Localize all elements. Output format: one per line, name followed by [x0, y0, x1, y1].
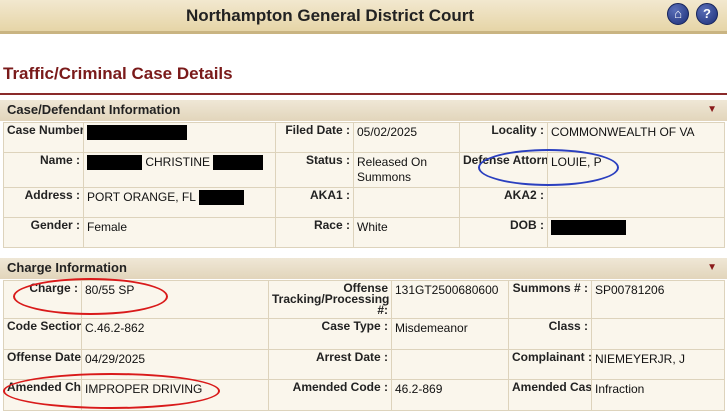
- gender-label: Gender :: [3, 217, 84, 248]
- class-value: [591, 318, 725, 350]
- name-value: CHRISTINE: [83, 152, 276, 188]
- collapse-icon[interactable]: ▼: [707, 262, 717, 273]
- gender-value: Female: [83, 217, 276, 248]
- offense-tracking-value: 131GT2500680600: [391, 280, 509, 319]
- redaction-box: [198, 190, 244, 205]
- race-label: Race :: [275, 217, 354, 248]
- redaction-box: [551, 220, 626, 235]
- redaction-box: [213, 155, 264, 170]
- class-label: Class :: [508, 318, 592, 350]
- help-icon[interactable]: ?: [696, 3, 718, 25]
- dob-label: DOB :: [459, 217, 548, 248]
- case-details-table: Case Number : Filed Date : 05/02/2025 Lo…: [3, 122, 725, 248]
- code-section-label: Code Section :: [3, 318, 82, 350]
- aka2-value: [547, 187, 725, 218]
- header-bar: Northampton General District Court ⌂ ?: [0, 0, 727, 34]
- arrest-date-value: [391, 349, 509, 380]
- filed-date-value: 05/02/2025: [353, 122, 460, 153]
- charge-section-header[interactable]: Charge Information ▼: [0, 258, 727, 279]
- locality-label: Locality :: [459, 122, 548, 153]
- dob-value: [547, 217, 725, 248]
- summons-label: Summons # :: [508, 280, 592, 319]
- name-label: Name :: [3, 152, 84, 188]
- amended-case-type-label: Amended Case Type :: [508, 379, 592, 411]
- locality-value: COMMONWEALTH OF VA: [547, 122, 725, 153]
- case-section-header[interactable]: Case/Defendant Information ▼: [0, 100, 727, 121]
- annotation-oval-amended-charge: [3, 373, 220, 409]
- aka1-value: [353, 187, 460, 218]
- case-number-value: [83, 122, 276, 153]
- code-section-value: C.46.2-862: [81, 318, 269, 350]
- arrest-date-label: Arrest Date :: [268, 349, 392, 380]
- offense-tracking-label: Offense Tracking/Processing #:: [268, 280, 392, 319]
- amended-case-type-value: Infraction: [591, 379, 725, 411]
- case-number-label: Case Number :: [3, 122, 84, 153]
- annotation-oval-defense-attorney: [478, 149, 619, 186]
- address-label: Address :: [3, 187, 84, 218]
- name-visible: CHRISTINE: [145, 155, 211, 169]
- race-value: White: [353, 217, 460, 248]
- title-divider: [0, 93, 727, 95]
- aka1-label: AKA1 :: [275, 187, 354, 218]
- status-value: Released On Summons: [353, 152, 460, 188]
- address-text: PORT ORANGE, FL: [87, 190, 196, 204]
- case-type-label: Case Type :: [268, 318, 392, 350]
- redaction-box: [87, 125, 187, 140]
- section-heading: Case/Defendant Information: [7, 102, 181, 117]
- complainant-value: NIEMEYERJR, J: [591, 349, 725, 380]
- amended-code-value: 46.2-869: [391, 379, 509, 411]
- court-title: Northampton General District Court: [185, 6, 475, 25]
- complainant-label: Complainant :: [508, 349, 592, 380]
- address-value: PORT ORANGE, FL: [83, 187, 276, 218]
- aka2-label: AKA2 :: [459, 187, 548, 218]
- redaction-box: [87, 155, 142, 170]
- home-icon[interactable]: ⌂: [667, 3, 689, 25]
- section-heading: Charge Information: [7, 260, 127, 275]
- status-label: Status :: [275, 152, 354, 188]
- summons-value: SP00781206: [591, 280, 725, 319]
- collapse-icon[interactable]: ▼: [707, 104, 717, 115]
- case-type-value: Misdemeanor: [391, 318, 509, 350]
- amended-code-label: Amended Code :: [268, 379, 392, 411]
- filed-date-label: Filed Date :: [275, 122, 354, 153]
- annotation-oval-charge: [13, 278, 168, 315]
- page-title: Traffic/Criminal Case Details: [3, 64, 233, 83]
